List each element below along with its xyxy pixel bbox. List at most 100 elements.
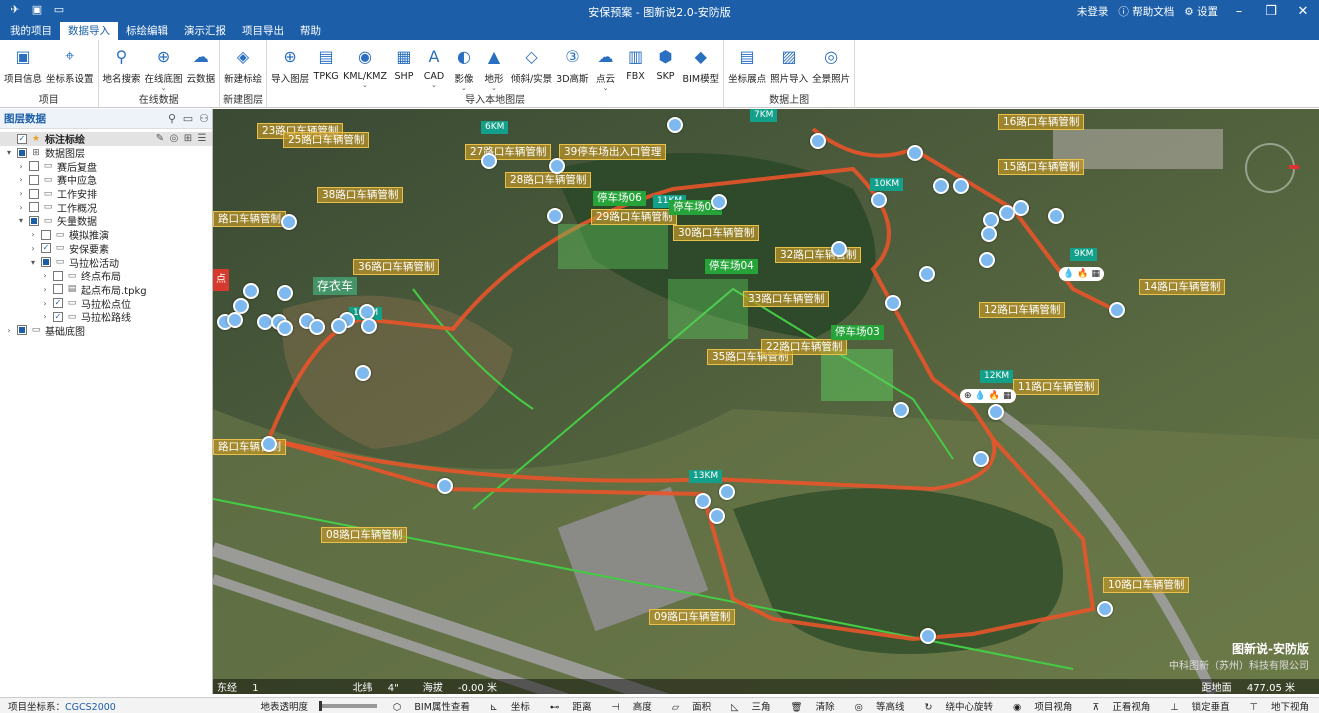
map-point-marker[interactable] (871, 192, 887, 208)
status-tool-button[interactable]: ▱ 面积 (662, 699, 721, 713)
status-tool-button[interactable]: ↻ 绕中心旋转 (914, 699, 1003, 713)
map-point-marker[interactable] (227, 312, 243, 328)
km-marker-label[interactable]: 13KM (689, 470, 723, 483)
layer-tree-item[interactable]: ✓ ★ 标注标绘 ✎ ◎ ⊞ ☰ (0, 132, 212, 146)
map-point-marker[interactable] (277, 320, 293, 336)
map-red-tag[interactable]: 点 (213, 269, 229, 291)
map-point-marker[interactable] (695, 493, 711, 509)
settings-link[interactable]: ⚙ 设置 (1179, 4, 1223, 19)
collapse-arrow-icon[interactable]: ▾ (16, 216, 26, 225)
road-control-label[interactable]: 32路口车辆管制 (775, 247, 862, 263)
layer-checkbox[interactable]: ✓ (53, 298, 63, 309)
status-tool-button[interactable]: ◺ 三角 (721, 699, 780, 713)
road-control-label[interactable]: 38路口车辆管制 (317, 187, 404, 203)
layer-tree-item[interactable]: › ▤ 起点布局.tpkg (0, 283, 212, 297)
menu-item[interactable]: 标绘编辑 (118, 22, 176, 40)
status-tool-button[interactable]: ◉ 项目视角 (1003, 699, 1082, 713)
km-marker-label[interactable]: 12KM (980, 370, 1014, 383)
layer-checkbox[interactable] (53, 270, 63, 281)
menu-item[interactable]: 我的项目 (2, 22, 60, 40)
layer-checkbox[interactable] (29, 188, 39, 199)
map-point-marker[interactable] (988, 404, 1004, 420)
map-point-marker[interactable] (667, 117, 683, 133)
layer-tree-item[interactable]: › ▭ 基础底图 (0, 324, 212, 338)
road-control-label[interactable]: 33路口车辆管制 (743, 291, 830, 307)
map-point-marker[interactable] (243, 283, 259, 299)
user-layer-icon[interactable]: ⚇ (196, 112, 212, 125)
map-point-marker[interactable] (361, 318, 377, 334)
road-control-label[interactable]: 27路口车辆管制 (465, 144, 552, 160)
map-point-marker[interactable] (893, 402, 909, 418)
map-point-marker[interactable] (973, 451, 989, 467)
menu-item[interactable]: 项目导出 (234, 22, 292, 40)
status-tool-button[interactable]: ⊤ 地下视角 (1240, 699, 1319, 713)
layer-checkbox[interactable] (29, 215, 39, 226)
road-control-label[interactable]: 15路口车辆管制 (998, 159, 1085, 175)
search-icon[interactable]: ⚲ (164, 112, 180, 125)
facility-badge[interactable]: ⊕ 💧 🔥 ▦ (960, 389, 1016, 403)
km-marker-label[interactable]: 10KM (870, 178, 904, 191)
status-tool-button[interactable]: 🗑 清除 (781, 699, 845, 713)
edit-icon[interactable]: ✎ (154, 133, 166, 144)
layer-checkbox[interactable] (29, 174, 39, 185)
map-point-marker[interactable] (711, 194, 727, 210)
map-point-marker[interactable] (309, 319, 325, 335)
map-point-marker[interactable] (437, 478, 453, 494)
road-control-label[interactable]: 12路口车辆管制 (979, 302, 1066, 318)
list-icon[interactable]: ☰ (196, 133, 208, 144)
layer-checkbox[interactable] (53, 284, 63, 295)
layer-checkbox[interactable] (17, 325, 27, 336)
status-tool-button[interactable]: ⊣ 高度 (601, 699, 661, 713)
facility-badge[interactable]: 💧 🔥 ▦ (1059, 267, 1104, 281)
add-icon[interactable]: ⊞ (182, 133, 194, 144)
map-point-marker[interactable] (1109, 302, 1125, 318)
road-control-label[interactable]: 36路口车辆管制 (353, 259, 440, 275)
new-folder-icon[interactable]: ▭ (180, 112, 196, 125)
status-tool-button[interactable]: ◎ 等高线 (845, 699, 915, 713)
collapse-arrow-icon[interactable]: ▾ (4, 148, 14, 157)
road-control-label[interactable]: 14路口车辆管制 (1139, 279, 1226, 295)
menu-item[interactable]: 演示汇报 (176, 22, 234, 40)
map-point-marker[interactable] (953, 178, 969, 194)
layer-tree-item[interactable]: ▾ ⊞ 数据图层 (0, 146, 212, 160)
km-marker-label[interactable]: 7KM (750, 109, 778, 122)
collapse-arrow-icon[interactable]: ▾ (28, 258, 38, 267)
map-point-marker[interactable] (933, 178, 949, 194)
map-point-marker[interactable] (907, 145, 923, 161)
layer-checkbox[interactable] (17, 147, 27, 158)
map-point-marker[interactable] (810, 133, 826, 149)
map-point-marker[interactable] (1013, 200, 1029, 216)
road-control-label[interactable]: 30路口车辆管制 (673, 225, 760, 241)
road-control-label[interactable]: 08路口车辆管制 (321, 527, 408, 543)
layer-tree-item[interactable]: › ▭ 工作安排 (0, 187, 212, 201)
compass-widget[interactable] (1245, 143, 1299, 193)
expand-arrow-icon[interactable]: › (40, 271, 50, 280)
km-marker-label[interactable]: 9KM (1070, 248, 1098, 261)
layer-tree-item[interactable]: › ✓ ▭ 安保要素 (0, 242, 212, 256)
help-docs-link[interactable]: ⓘ 帮助文档 (1113, 4, 1179, 19)
minimize-button[interactable]: – (1223, 4, 1255, 19)
map-point-marker[interactable] (547, 208, 563, 224)
expand-arrow-icon[interactable]: › (16, 162, 26, 171)
map-point-marker[interactable] (719, 484, 735, 500)
layer-tree-item[interactable]: › ▭ 赛中应急 (0, 173, 212, 187)
expand-arrow-icon[interactable]: › (16, 175, 26, 184)
layer-checkbox[interactable] (29, 202, 39, 213)
road-control-label[interactable]: 25路口车辆管制 (283, 132, 370, 148)
road-control-label[interactable]: 11路口车辆管制 (1013, 379, 1100, 395)
map-point-marker[interactable] (981, 226, 997, 242)
expand-arrow-icon[interactable]: › (28, 244, 38, 253)
map-view[interactable]: 16路口车辆管制 23路口车辆管制 25路口车辆管制 27路口车辆管制 39停车场出入口… (213, 109, 1319, 694)
road-control-label[interactable]: 路口车辆管制 (213, 211, 286, 227)
road-control-label[interactable]: 29路口车辆管制 (591, 209, 678, 225)
map-point-marker[interactable] (355, 365, 371, 381)
expand-arrow-icon[interactable]: › (28, 230, 38, 239)
road-control-label[interactable]: 10路口车辆管制 (1103, 577, 1190, 593)
layer-tree-item[interactable]: › ▭ 模拟推演 (0, 228, 212, 242)
layer-tree-item[interactable]: › ▭ 工作概况 (0, 200, 212, 215)
map-point-marker[interactable] (261, 436, 277, 452)
status-tool-button[interactable]: ⊷ 距离 (540, 699, 602, 713)
transparency-slider[interactable] (319, 700, 378, 711)
expand-arrow-icon[interactable]: › (16, 189, 26, 198)
expand-arrow-icon[interactable]: › (16, 203, 26, 212)
